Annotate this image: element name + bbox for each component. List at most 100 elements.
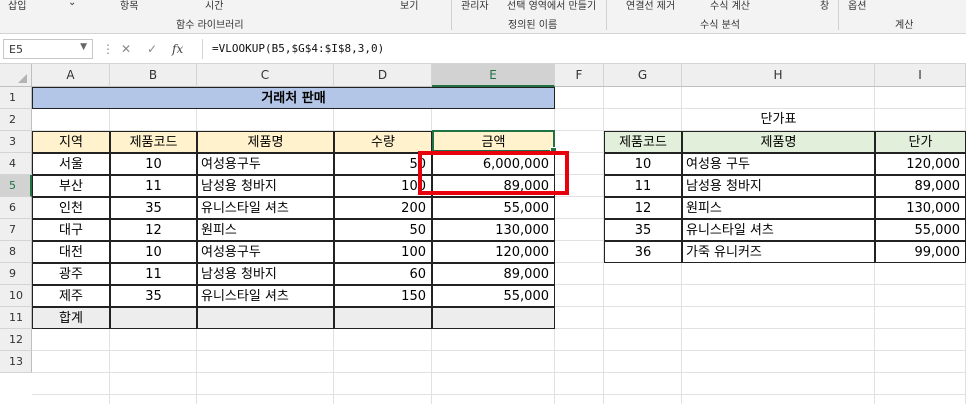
sales-cell[interactable]: 89,000 xyxy=(432,263,555,285)
price-cell[interactable]: 12 xyxy=(604,197,682,219)
sales-cell[interactable]: 여성용구두 xyxy=(197,241,334,263)
sales-cell[interactable]: 11 xyxy=(110,263,197,285)
ribbon-remove-arrows[interactable]: 연결선 제거 xyxy=(626,0,675,12)
ribbon-time[interactable]: 시간 xyxy=(205,0,223,12)
sales-cell[interactable]: 60 xyxy=(334,263,432,285)
row-header-3[interactable]: 3 xyxy=(0,131,32,153)
row-header-5[interactable]: 5 xyxy=(0,175,32,197)
sales-cell[interactable]: 유니스타일 셔츠 xyxy=(197,197,334,219)
sales-header-1[interactable]: 제품코드 xyxy=(110,131,197,153)
sales-cell[interactable]: 11 xyxy=(110,175,197,197)
column-header-a[interactable]: A xyxy=(32,64,110,87)
sales-cell[interactable]: 원피스 xyxy=(197,219,334,241)
row-header-10[interactable]: 10 xyxy=(0,285,32,307)
column-header-c[interactable]: C xyxy=(197,64,334,87)
total-label-cell[interactable]: 합계 xyxy=(32,307,110,329)
ribbon-name-manager[interactable]: 관리자 xyxy=(461,0,489,12)
row-header-12[interactable]: 12 xyxy=(0,329,32,351)
sales-cell[interactable]: 남성용 청바지 xyxy=(197,175,334,197)
ribbon-insert[interactable]: 삽입 xyxy=(8,0,26,12)
row-header-2[interactable]: 2 xyxy=(0,109,32,131)
column-header-f[interactable]: F xyxy=(555,64,604,87)
sales-cell[interactable]: 12 xyxy=(110,219,197,241)
sales-cell[interactable]: 여성용구두 xyxy=(197,153,334,175)
sales-header-3[interactable]: 수량 xyxy=(334,131,432,153)
column-header-g[interactable]: G xyxy=(604,64,682,87)
sales-cell[interactable]: 인천 xyxy=(32,197,110,219)
ribbon-create-from-selection[interactable]: 선택 영역에서 만들기 xyxy=(507,0,596,12)
row-header-13[interactable]: 13 xyxy=(0,351,32,373)
sales-cell[interactable]: 10 xyxy=(110,153,197,175)
sales-cell[interactable]: 35 xyxy=(110,197,197,219)
price-cell[interactable]: 가죽 유니커즈 xyxy=(682,241,875,263)
row-header-1[interactable]: 1 xyxy=(0,87,32,109)
row-header-4[interactable]: 4 xyxy=(0,153,32,175)
sales-cell[interactable]: 120,000 xyxy=(432,241,555,263)
sales-cell[interactable]: 150 xyxy=(334,285,432,307)
price-header-0[interactable]: 제품코드 xyxy=(604,131,682,153)
insert-function-icon[interactable]: fx xyxy=(172,42,183,56)
name-box[interactable]: E5 ▼ xyxy=(3,39,93,59)
sales-cell[interactable]: 유니스타일 셔츠 xyxy=(197,285,334,307)
active-cell-E5[interactable] xyxy=(432,130,557,154)
total-cell[interactable] xyxy=(197,307,334,329)
ribbon-options[interactable]: 옵션 xyxy=(848,0,866,12)
cancel-icon[interactable]: ✕ xyxy=(121,42,131,56)
sales-cell[interactable]: 10 xyxy=(110,241,197,263)
sales-cell[interactable]: 50 xyxy=(334,219,432,241)
total-cell[interactable] xyxy=(432,307,555,329)
row-header-7[interactable]: 7 xyxy=(0,219,32,241)
sales-header-2[interactable]: 제품명 xyxy=(197,131,334,153)
sales-cell[interactable]: 200 xyxy=(334,197,432,219)
price-cell[interactable]: 89,000 xyxy=(875,175,966,197)
price-cell[interactable]: 원피스 xyxy=(682,197,875,219)
sales-header-0[interactable]: 지역 xyxy=(32,131,110,153)
price-cell[interactable]: 130,000 xyxy=(875,197,966,219)
price-cell[interactable]: 남성용 청바지 xyxy=(682,175,875,197)
sales-cell[interactable]: 대구 xyxy=(32,219,110,241)
ribbon-window[interactable]: 창 xyxy=(820,0,829,12)
price-cell[interactable]: 유니스타일 셔츠 xyxy=(682,219,875,241)
enter-icon[interactable]: ✓ xyxy=(147,42,157,56)
price-cell[interactable]: 여성용 구두 xyxy=(682,153,875,175)
column-header-i[interactable]: I xyxy=(875,64,966,87)
sales-cell[interactable]: 35 xyxy=(110,285,197,307)
row-header-6[interactable]: 6 xyxy=(0,197,32,219)
price-cell[interactable]: 55,000 xyxy=(875,219,966,241)
worksheet-grid[interactable]: ABCDEFGHI 1 2 3 4 5 6 7 8 9 10 11 12 13 거래처 판매 지역 제품코드… xyxy=(0,64,966,404)
row-header-8[interactable]: 8 xyxy=(0,241,32,263)
price-cell[interactable]: 99,000 xyxy=(875,241,966,263)
price-cell[interactable]: 120,000 xyxy=(875,153,966,175)
select-all-button[interactable] xyxy=(0,64,32,87)
sales-cell[interactable]: 130,000 xyxy=(432,219,555,241)
column-header-h[interactable]: H xyxy=(682,64,875,87)
ribbon-view[interactable]: 보기 xyxy=(400,0,418,12)
sales-cell[interactable]: 부산 xyxy=(32,175,110,197)
chevron-down-icon[interactable]: ▼ xyxy=(80,42,87,52)
price-header-1[interactable]: 제품명 xyxy=(682,131,875,153)
sales-cell[interactable]: 제주 xyxy=(32,285,110,307)
column-header-b[interactable]: B xyxy=(110,64,197,87)
row-header-9[interactable]: 9 xyxy=(0,263,32,285)
ribbon-evaluate-formula[interactable]: 수식 계산 xyxy=(710,0,750,12)
column-header-d[interactable]: D xyxy=(334,64,432,87)
sales-cell[interactable]: 55,000 xyxy=(432,285,555,307)
sales-cell[interactable]: 55,000 xyxy=(432,197,555,219)
price-cell[interactable]: 35 xyxy=(604,219,682,241)
price-table-title[interactable]: 단가표 xyxy=(682,109,875,131)
price-cell[interactable]: 11 xyxy=(604,175,682,197)
price-cell[interactable]: 10 xyxy=(604,153,682,175)
sales-title-cell[interactable]: 거래처 판매 xyxy=(32,87,555,109)
formula-input[interactable]: =VLOOKUP(B5,$G$4:$I$8,3,0) xyxy=(202,39,962,59)
sales-cell[interactable]: 광주 xyxy=(32,263,110,285)
sales-cell[interactable]: 남성용 청바지 xyxy=(197,263,334,285)
sales-cell[interactable]: 대전 xyxy=(32,241,110,263)
price-header-2[interactable]: 단가 xyxy=(875,131,966,153)
column-header-e[interactable]: E xyxy=(432,64,555,87)
sales-cell[interactable]: 서울 xyxy=(32,153,110,175)
row-header-11[interactable]: 11 xyxy=(0,307,32,329)
total-cell[interactable] xyxy=(110,307,197,329)
sales-cell[interactable]: 100 xyxy=(334,241,432,263)
ribbon-item[interactable]: 항목 xyxy=(120,0,138,12)
price-cell[interactable]: 36 xyxy=(604,241,682,263)
